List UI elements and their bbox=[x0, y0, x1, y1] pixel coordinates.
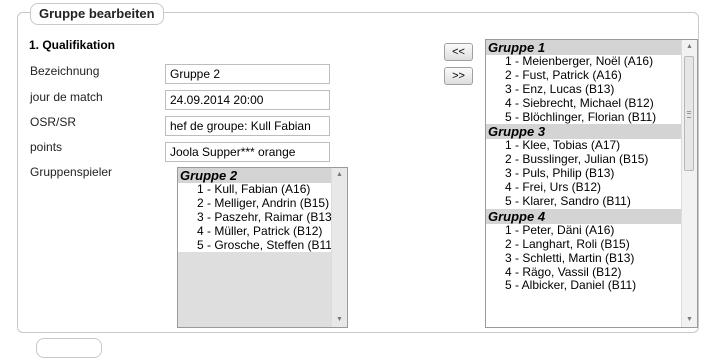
list-item[interactable]: 5 - Klarer, Sandro (B11) bbox=[486, 194, 681, 209]
list-item[interactable]: 1 - Peter, Däni (A16) bbox=[486, 223, 681, 238]
list-item[interactable]: 2 - Langhart, Roli (B15) bbox=[486, 237, 681, 252]
list-item[interactable]: 4 - Siebrecht, Michael (B12) bbox=[486, 96, 681, 111]
section-title: 1. Qualifikation bbox=[29, 38, 116, 52]
points-field[interactable]: Joola Supper*** orange bbox=[165, 142, 330, 162]
list-item[interactable]: 1 - Kull, Fabian (A16) bbox=[178, 182, 331, 197]
label-points: points bbox=[30, 140, 63, 154]
list-item[interactable]: 3 - Puls, Philip (B13) bbox=[486, 166, 681, 181]
list-item[interactable]: 3 - Enz, Lucas (B13) bbox=[486, 82, 681, 97]
list-item[interactable]: 4 - Frei, Urs (B12) bbox=[486, 180, 681, 195]
label-osr-sr: OSR/SR bbox=[30, 115, 77, 129]
list-item[interactable]: 5 - Grosche, Steffen (B11) bbox=[178, 238, 336, 253]
list-item[interactable]: 4 - Müller, Patrick (B12) bbox=[178, 224, 331, 239]
available-players-scrollbar[interactable]: ▲ ▼ bbox=[681, 40, 697, 327]
remove-from-group-button[interactable]: >> bbox=[444, 67, 473, 85]
listbox-group-header: Gruppe 2 bbox=[178, 168, 331, 183]
scroll-up-icon[interactable]: ▲ bbox=[682, 41, 697, 53]
group-players-listbox[interactable]: Gruppe 2 1 - Kull, Fabian (A16) 2 - Mell… bbox=[177, 167, 348, 328]
list-item[interactable]: 5 - Albicker, Daniel (B11) bbox=[486, 279, 681, 293]
available-players-listbox[interactable]: Gruppe 1 1 - Meienberger, Noël (A16) 2 -… bbox=[485, 39, 698, 328]
list-item[interactable]: 2 - Busslinger, Julian (B15) bbox=[486, 152, 681, 167]
label-jour-de-match: jour de match bbox=[30, 90, 103, 104]
scroll-down-icon[interactable]: ▼ bbox=[682, 314, 697, 326]
list-item[interactable]: 3 - Schletti, Martin (B13) bbox=[486, 251, 681, 266]
scrollbar-thumb[interactable] bbox=[684, 56, 694, 171]
add-to-group-button[interactable]: << bbox=[444, 43, 473, 61]
jour-de-match-field[interactable]: 24.09.2014 20:00 bbox=[165, 90, 330, 110]
list-item[interactable]: 1 - Meienberger, Noël (A16) bbox=[486, 54, 681, 69]
list-item[interactable]: 2 - Fust, Patrick (A16) bbox=[486, 68, 681, 83]
listbox-group-header: Gruppe 1 bbox=[486, 40, 681, 55]
grip-icon bbox=[687, 110, 691, 118]
list-item[interactable]: 1 - Klee, Tobias (A17) bbox=[486, 139, 681, 153]
listbox-group-header: Gruppe 3 bbox=[486, 124, 681, 140]
panel-legend: Gruppe bearbeiten bbox=[30, 3, 164, 25]
bezeichnung-field[interactable]: Gruppe 2 bbox=[165, 64, 330, 84]
scroll-up-icon[interactable]: ▲ bbox=[332, 169, 347, 181]
list-item[interactable]: 5 - Blöchlinger, Florian (B11) bbox=[486, 110, 681, 125]
group-players-scrollbar[interactable]: ▲ ▼ bbox=[331, 168, 347, 327]
label-bezeichnung: Bezeichnung bbox=[30, 64, 100, 78]
list-item[interactable]: 4 - Rägo, Vassil (B12) bbox=[486, 265, 681, 280]
list-item[interactable]: 2 - Melliger, Andrin (B15) bbox=[178, 196, 331, 211]
listbox-group-header: Gruppe 4 bbox=[486, 208, 681, 224]
list-item[interactable]: 3 - Paszehr, Raimar (B13) bbox=[178, 210, 336, 225]
scroll-down-icon[interactable]: ▼ bbox=[332, 314, 347, 326]
osr-sr-field[interactable]: hef de groupe: Kull Fabian bbox=[165, 116, 330, 136]
bottom-panel-tab bbox=[36, 338, 102, 358]
label-gruppenspieler: Gruppenspieler bbox=[30, 165, 113, 179]
